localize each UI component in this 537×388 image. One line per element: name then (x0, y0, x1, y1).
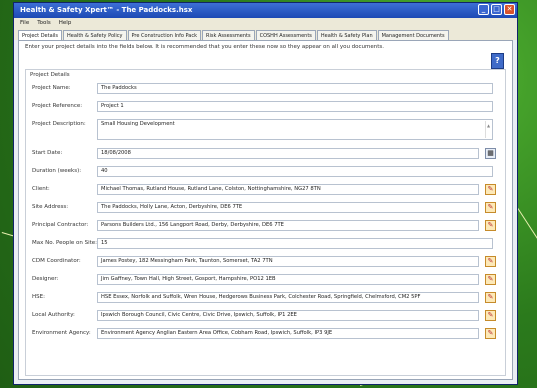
menu-help[interactable]: Help (59, 20, 72, 26)
address-book-icon[interactable]: ✎ (485, 274, 496, 285)
window-title: Health & Safety Xpert™ - The Paddocks.hs… (20, 6, 193, 14)
row-max-people: Max No. People on Site: 15 (26, 238, 505, 250)
address-book-icon[interactable]: ✎ (485, 328, 496, 339)
menu-bar: File Tools Help (14, 18, 517, 28)
row-duration: Duration (weeks): 40 (26, 166, 505, 178)
field-label: Principal Contractor: (32, 222, 89, 228)
title-bar: Health & Safety Xpert™ - The Paddocks.hs… (14, 3, 517, 18)
field-label: Project Name: (32, 85, 71, 91)
field-label: Designer: (32, 276, 59, 282)
address-book-icon[interactable]: ✎ (485, 202, 496, 213)
row-environment-agency: Environment Agency: Environment Agency A… (26, 328, 505, 340)
site-address-field[interactable]: The Paddocks, Holly Lane, Acton, Derbysh… (97, 202, 479, 213)
address-book-icon[interactable]: ✎ (485, 184, 496, 195)
tab-strip: Project Details Health & Safety Policy P… (14, 28, 517, 41)
field-label: Client: (32, 186, 50, 192)
field-label: Duration (weeks): (32, 168, 82, 174)
designer-field[interactable]: Jim Gaffney, Town Hall, High Street, Gos… (97, 274, 479, 285)
row-designer: Designer: Jim Gaffney, Town Hall, High S… (26, 274, 505, 286)
row-cdm-coordinator: CDM Coordinator: James Postey, 182 Messi… (26, 256, 505, 268)
field-label: Project Description: (32, 121, 86, 127)
tab-content: Enter your project details into the fiel… (18, 40, 513, 380)
address-book-icon[interactable]: ✎ (485, 292, 496, 303)
project-description-text: Small Housing Development (101, 121, 175, 127)
menu-tools[interactable]: Tools (37, 20, 51, 26)
row-hse: HSE: HSE Essex, Norfolk and Suffolk, Wre… (26, 292, 505, 304)
duration-field[interactable]: 40 (97, 166, 493, 177)
group-title: Project Details (30, 72, 70, 78)
row-project-description: Project Description: Small Housing Devel… (26, 119, 505, 140)
principal-contractor-field[interactable]: Parsons Builders Ltd., 156 Langport Road… (97, 220, 479, 231)
hse-field[interactable]: HSE Essex, Norfolk and Suffolk, Wren Hou… (97, 292, 479, 303)
description-scrollbar[interactable]: ▲▼ (485, 121, 491, 138)
max-people-field[interactable]: 15 (97, 238, 493, 249)
help-book-icon[interactable]: ? (491, 53, 504, 69)
app-window: Health & Safety Xpert™ - The Paddocks.hs… (13, 2, 518, 385)
calendar-icon[interactable]: ▦ (485, 148, 496, 159)
field-label: Project Reference: (32, 103, 83, 109)
address-book-icon[interactable]: ✎ (485, 220, 496, 231)
row-principal-contractor: Principal Contractor: Parsons Builders L… (26, 220, 505, 232)
field-label: Local Authority: (32, 312, 75, 318)
environment-agency-field[interactable]: Environment Agency Anglian Eastern Area … (97, 328, 479, 339)
address-book-icon[interactable]: ✎ (485, 256, 496, 267)
field-label: HSE: (32, 294, 45, 300)
field-label: Max No. People on Site: (32, 240, 98, 246)
close-button[interactable]: ✕ (504, 4, 515, 15)
project-details-group: Project Details Project Name: The Paddoc… (25, 69, 506, 376)
menu-file[interactable]: File (20, 20, 29, 26)
field-label: CDM Coordinator: (32, 258, 81, 264)
project-name-field[interactable]: The Paddocks (97, 83, 493, 94)
row-project-name: Project Name: The Paddocks (26, 83, 505, 95)
row-start-date: Start Date: 18/08/2008 ▦ (26, 148, 505, 160)
local-authority-field[interactable]: Ipswich Borough Council, Civic Centre, C… (97, 310, 479, 321)
row-local-authority: Local Authority: Ipswich Borough Council… (26, 310, 505, 322)
project-reference-field[interactable]: Project 1 (97, 101, 493, 112)
minimize-button[interactable]: _ (478, 4, 489, 15)
row-client: Client: Michael Thomas, Rutland House, R… (26, 184, 505, 196)
start-date-field[interactable]: 18/08/2008 (97, 148, 479, 159)
field-label: Start Date: (32, 150, 63, 156)
field-label: Environment Agency: (32, 330, 91, 336)
intro-text: Enter your project details into the fiel… (25, 44, 385, 50)
cdm-coordinator-field[interactable]: James Postey, 182 Messingham Park, Taunt… (97, 256, 479, 267)
address-book-icon[interactable]: ✎ (485, 310, 496, 321)
maximize-button[interactable]: □ (491, 4, 502, 15)
row-site-address: Site Address: The Paddocks, Holly Lane, … (26, 202, 505, 214)
field-label: Site Address: (32, 204, 69, 210)
window-controls: _ □ ✕ (478, 4, 515, 15)
client-field[interactable]: Michael Thomas, Rutland House, Rutland L… (97, 184, 479, 195)
row-project-reference: Project Reference: Project 1 (26, 101, 505, 113)
project-description-field[interactable]: Small Housing Development ▲▼ (97, 119, 493, 140)
